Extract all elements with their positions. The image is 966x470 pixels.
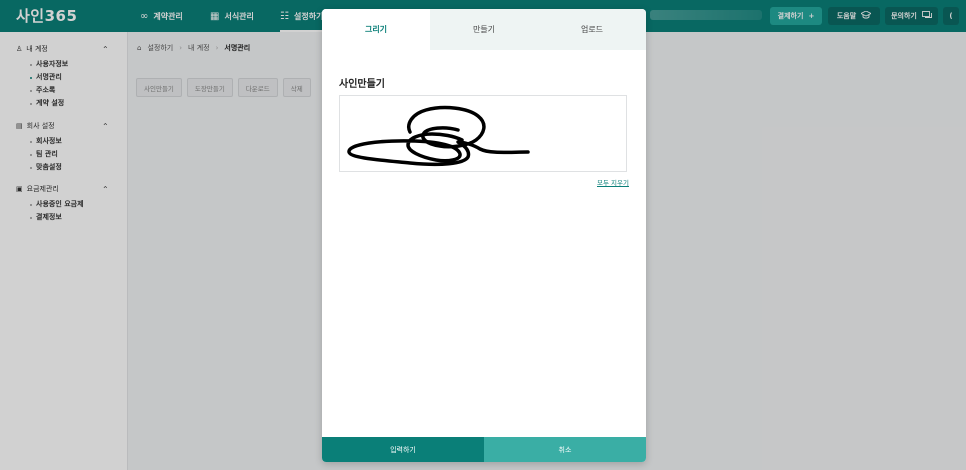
clear-all-link[interactable]: 모두 지우기 [597,177,629,187]
signature-canvas[interactable] [339,95,627,172]
tab-upload[interactable]: 업로드 [538,9,646,50]
submit-button[interactable]: 입력하기 [322,437,484,462]
modal-title: 사인만들기 [339,79,385,90]
cancel-button[interactable]: 취소 [484,437,646,462]
modal-footer: 입력하기 취소 [322,437,646,462]
tab-create[interactable]: 만들기 [430,9,538,50]
tab-draw[interactable]: 그리기 [322,9,430,50]
signature-modal: 그리기 만들기 업로드 사인만들기 모두 지우기 입력하기 취소 [322,9,646,462]
drawn-signature [347,105,530,167]
modal-tabs: 그리기 만들기 업로드 [322,9,646,50]
